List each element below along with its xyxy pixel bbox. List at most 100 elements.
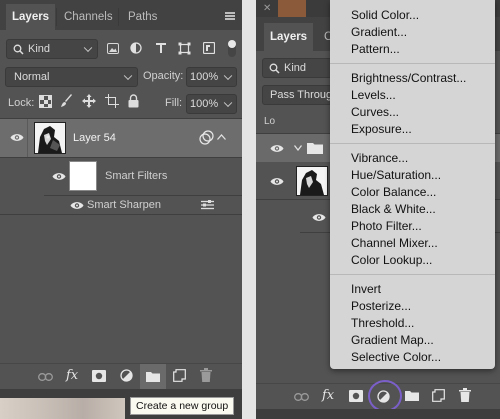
visibility-eye-icon[interactable]	[312, 213, 326, 222]
panel-footer	[256, 409, 500, 419]
folder-icon	[307, 143, 323, 154]
photo-thumbnail-image	[297, 167, 327, 195]
layer-name[interactable]: Layer 54	[73, 132, 116, 144]
menu-separator	[330, 63, 495, 64]
trash-icon[interactable]	[459, 388, 471, 402]
add-layer-mask-icon[interactable]	[349, 390, 363, 402]
layers-bottom-toolbar: fx	[0, 363, 242, 390]
panel-tab-bar: Layers Channels Paths	[0, 0, 242, 30]
new-layer-icon[interactable]	[173, 369, 186, 382]
filter-toggle-switch[interactable]	[228, 40, 236, 57]
opacity-label: Opacity:	[143, 70, 184, 82]
visibility-eye-icon[interactable]	[70, 201, 84, 210]
adjustment-filter-icon[interactable]	[130, 42, 142, 54]
blend-mode-select[interactable]: Pass Throug	[262, 85, 332, 105]
filter-kind-label: Kind	[284, 62, 307, 74]
smart-filter-mask-thumbnail[interactable]	[69, 161, 97, 191]
lock-all-icon[interactable]	[128, 94, 139, 108]
pixel-layer-filter-icon[interactable]	[107, 43, 119, 54]
panel-menu-icon[interactable]	[225, 12, 235, 14]
layer-filter-select[interactable]: Kind	[262, 58, 332, 78]
close-icon[interactable]: ✕	[263, 3, 271, 14]
divider	[27, 119, 28, 157]
menu-item-gradient-map[interactable]: Gradient Map...	[351, 333, 434, 347]
layer-style-fx-icon[interactable]: fx	[322, 388, 334, 403]
opacity-field[interactable]: 100%	[186, 67, 237, 87]
trash-icon[interactable]	[200, 368, 212, 382]
opacity-value: 100%	[190, 71, 219, 83]
menu-item-curves[interactable]: Curves...	[351, 105, 399, 119]
menu-item-brightness-contrast[interactable]: Brightness/Contrast...	[351, 71, 466, 85]
folder-icon[interactable]	[405, 390, 419, 401]
filter-blending-options-icon[interactable]	[201, 200, 214, 210]
layer-style-fx-icon[interactable]: fx	[66, 368, 78, 383]
menu-item-threshold[interactable]: Threshold...	[351, 316, 414, 330]
visibility-eye-icon[interactable]	[270, 144, 284, 153]
divider	[0, 157, 242, 158]
search-icon	[13, 44, 24, 55]
layer-filter-select[interactable]: Kind	[6, 39, 98, 59]
menu-item-levels[interactable]: Levels...	[351, 88, 396, 102]
fill-label: Fill:	[165, 97, 183, 109]
chevron-down-icon	[223, 71, 233, 81]
menu-item-invert[interactable]: Invert	[351, 282, 381, 296]
tab-divider	[56, 8, 57, 26]
menu-item-posterize[interactable]: Posterize...	[351, 299, 411, 313]
menu-item-color-lookup[interactable]: Color Lookup...	[351, 253, 432, 267]
link-layers-icon[interactable]	[38, 373, 53, 381]
blend-mode-select[interactable]: Normal	[5, 67, 138, 87]
menu-item-photo-filter[interactable]: Photo Filter...	[351, 219, 422, 233]
menu-item-selective-color[interactable]: Selective Color...	[351, 350, 441, 364]
visibility-eye-icon[interactable]	[10, 133, 24, 142]
tab-paths[interactable]: Paths	[122, 4, 163, 30]
menu-separator	[330, 143, 495, 144]
smart-sharpen-label[interactable]: Smart Sharpen	[87, 199, 161, 211]
canvas-image-strip	[278, 0, 306, 17]
menu-item-gradient[interactable]: Gradient...	[351, 25, 407, 39]
menu-item-vibrance[interactable]: Vibrance...	[351, 151, 408, 165]
chevron-down-icon	[223, 98, 233, 108]
highlight-circle	[368, 380, 402, 412]
menu-item-hue-saturation[interactable]: Hue/Saturation...	[351, 168, 441, 182]
fill-value: 100%	[190, 98, 219, 110]
visibility-eye-icon[interactable]	[52, 172, 66, 181]
type-filter-icon[interactable]	[155, 42, 167, 54]
menu-item-channel-mixer[interactable]: Channel Mixer...	[351, 236, 438, 250]
layers-panel-left: Layers Channels Paths Kind Normal Opacit…	[0, 0, 242, 419]
divider	[0, 214, 242, 215]
folder-icon	[146, 372, 160, 382]
adjustment-layer-menu: Solid Color... Gradient... Pattern... Br…	[330, 0, 495, 369]
chevron-down-icon	[83, 43, 93, 53]
add-layer-mask-icon[interactable]	[92, 370, 106, 382]
fill-field[interactable]: 100%	[186, 94, 237, 114]
smart-object-filter-icon[interactable]	[203, 42, 215, 54]
canvas-image-strip	[0, 398, 125, 419]
lock-transparency-icon[interactable]	[39, 95, 52, 108]
menu-item-color-balance[interactable]: Color Balance...	[351, 185, 436, 199]
menu-item-exposure[interactable]: Exposure...	[351, 122, 412, 136]
blend-mode-value: Pass Throug	[270, 89, 333, 101]
menu-separator	[330, 274, 495, 275]
new-adjustment-layer-icon[interactable]	[120, 369, 133, 382]
chevron-down-icon[interactable]	[294, 145, 302, 151]
link-layers-icon[interactable]	[294, 393, 309, 401]
chevron-up-icon[interactable]	[217, 134, 226, 140]
layer-row-selected[interactable]: Layer 54	[0, 119, 242, 157]
lock-artboard-icon[interactable]	[105, 94, 119, 108]
layer-thumbnail	[34, 122, 66, 154]
lock-image-pixels-icon[interactable]	[60, 94, 74, 108]
visibility-eye-icon[interactable]	[270, 177, 284, 186]
menu-item-solid-color[interactable]: Solid Color...	[351, 8, 419, 22]
tab-channels[interactable]: Channels	[58, 4, 119, 30]
shape-filter-icon[interactable]	[178, 42, 191, 55]
smart-object-badge-icon	[199, 130, 214, 145]
tab-layers[interactable]: Layers	[264, 23, 314, 51]
new-layer-icon[interactable]	[432, 389, 445, 402]
smart-filters-label[interactable]: Smart Filters	[105, 170, 167, 182]
menu-item-black-white[interactable]: Black & White...	[351, 202, 436, 216]
tab-layers[interactable]: Layers	[6, 4, 56, 30]
layer-thumbnail	[296, 166, 328, 196]
new-group-button[interactable]	[140, 364, 166, 390]
lock-position-icon[interactable]	[82, 94, 96, 108]
menu-item-pattern[interactable]: Pattern...	[351, 42, 400, 56]
